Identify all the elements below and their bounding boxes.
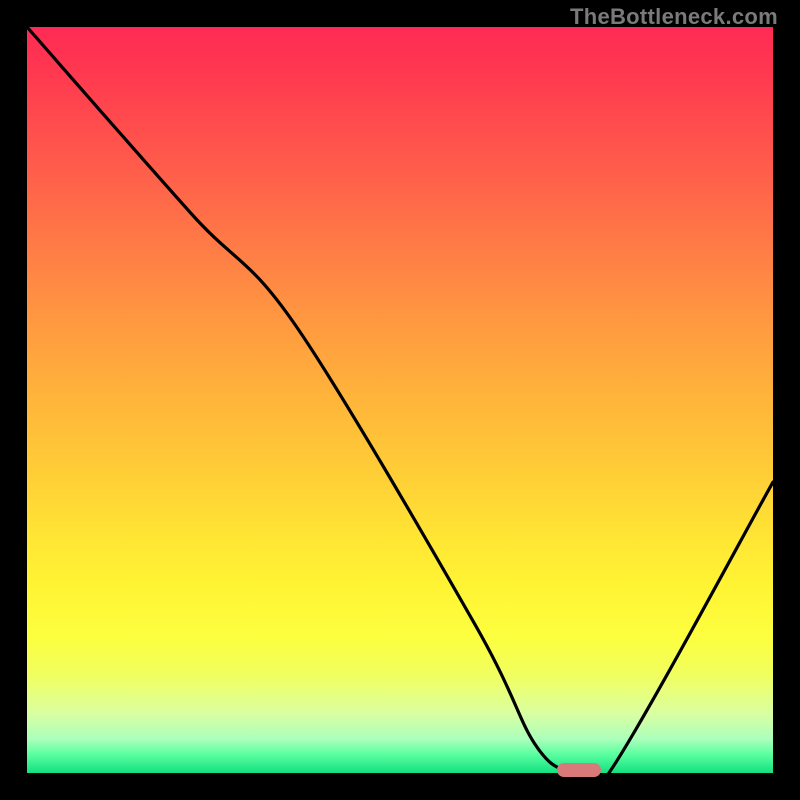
bottleneck-curve-path xyxy=(27,27,773,773)
optimal-range-marker xyxy=(557,763,601,777)
chart-container: TheBottleneck.com xyxy=(0,0,800,800)
bottleneck-curve-svg xyxy=(27,27,773,773)
plot-area xyxy=(27,27,773,773)
